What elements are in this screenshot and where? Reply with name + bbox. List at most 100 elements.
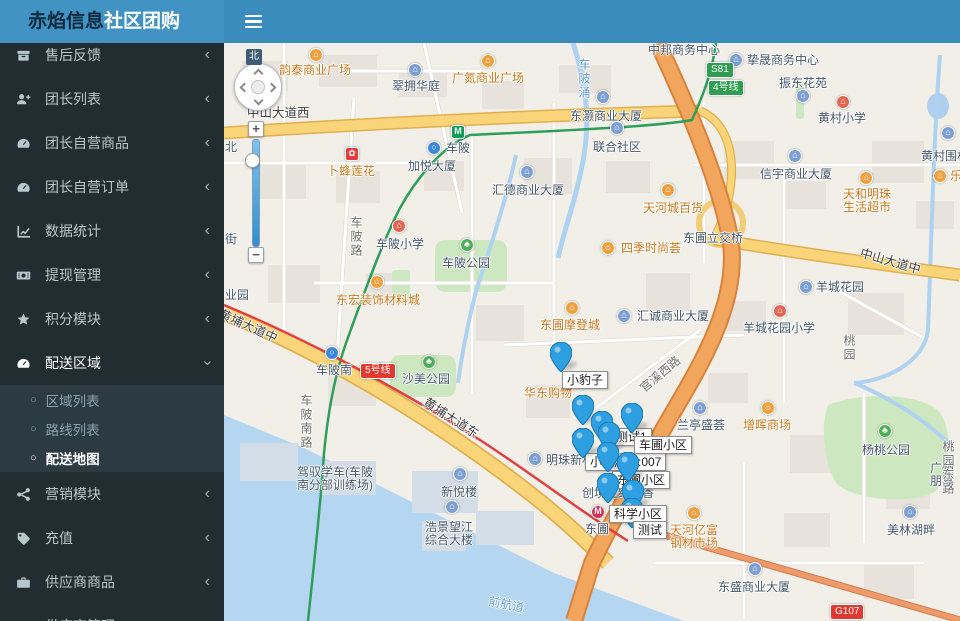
dashboard-icon bbox=[16, 180, 36, 195]
circle-bullet-icon: ○ bbox=[30, 393, 37, 406]
chevron-left-icon: ‹ bbox=[204, 529, 210, 546]
circle-bullet-icon: ○ bbox=[30, 422, 37, 435]
tag-icon bbox=[16, 531, 36, 546]
sidebar-subitem[interactable]: ○ 配送地图 bbox=[0, 443, 224, 472]
brand-normal: 社区团购 bbox=[104, 11, 181, 32]
marker-label[interactable]: 测试 bbox=[633, 521, 668, 539]
map-marker-pin[interactable] bbox=[620, 402, 644, 434]
pan-center-knob[interactable] bbox=[251, 80, 265, 94]
school-poi-icon: ⌂ bbox=[392, 219, 406, 233]
shop-poi-icon: ⌂ bbox=[481, 54, 495, 68]
sidebar-menu: 售后反馈 ‹ 团长列表 ‹ 团长自营商品 ‹ 团长自营订单 ‹ 数据统计 ‹ 提现管理 ‹ 积分模块 ‹ 配… bbox=[0, 43, 224, 621]
sidebar-item[interactable]: 供应商商品 ‹ bbox=[0, 560, 224, 604]
pan-down-icon[interactable] bbox=[253, 95, 264, 106]
map-poi-label: 天河亿富 钢材市场 bbox=[670, 523, 719, 550]
map-marker-pin[interactable] bbox=[596, 472, 620, 504]
road-name-label: 桃园 bbox=[842, 334, 856, 362]
map-poi-label: 东圃立交桥 bbox=[683, 231, 744, 245]
sidebar-item[interactable]: 团长列表 ‹ bbox=[0, 77, 224, 121]
map-marker-pin[interactable] bbox=[596, 441, 620, 473]
shop-poi-icon: ⌂ bbox=[565, 301, 579, 315]
sidebar-item[interactable]: 团长自营商品 ‹ bbox=[0, 121, 224, 165]
sidebar-item[interactable]: 提现管理 ‹ bbox=[0, 253, 224, 297]
road-badge: 5号线 bbox=[360, 363, 396, 379]
shop-poi-icon: ⌂ bbox=[601, 241, 615, 255]
dashboard-icon bbox=[16, 136, 36, 151]
map-poi-label: 广氮商业广场 bbox=[452, 71, 525, 85]
road-badge: G107 bbox=[830, 604, 865, 620]
map-poi-label: 翠拥华庭 bbox=[392, 79, 441, 93]
road-badge: 4号线 bbox=[708, 80, 744, 96]
zoom-slider-knob[interactable] bbox=[245, 153, 260, 168]
circle-bullet-icon: ○ bbox=[30, 451, 37, 464]
map-poi-label: 北 bbox=[225, 140, 238, 154]
chevron-left-icon: ‹ bbox=[204, 310, 210, 327]
marker-label[interactable]: 小豹子 bbox=[562, 371, 609, 389]
map-poi-label: 天河城百货 bbox=[643, 201, 704, 215]
sidebar-item-label: 配送区域 bbox=[45, 355, 101, 371]
zoom-in-button[interactable]: + bbox=[248, 121, 264, 137]
map-marker-pin[interactable] bbox=[549, 341, 573, 373]
pan-right-icon[interactable] bbox=[266, 82, 277, 93]
sidebar-item[interactable]: 供应商管理‹ bbox=[0, 604, 224, 621]
zoom-out-button[interactable]: − bbox=[248, 247, 264, 263]
hamburger-menu-button[interactable] bbox=[232, 0, 274, 43]
sidebar-subitem[interactable]: ○ 路线列表 bbox=[0, 414, 224, 443]
map-poi-label: 四季时尚荟 bbox=[621, 241, 682, 255]
shop-poi-icon: ⌂ bbox=[687, 506, 701, 520]
dashboard-icon bbox=[16, 356, 36, 371]
park-poi-icon: ♣ bbox=[460, 238, 474, 252]
map-poi-label: 东圃 bbox=[585, 522, 610, 536]
sidebar: 售后反馈 ‹ 团长列表 ‹ 团长自营商品 ‹ 团长自营订单 ‹ 数据统计 ‹ 提现管理 ‹ 积分模块 ‹ 配… bbox=[0, 43, 224, 621]
map-poi-label: 车陂 bbox=[446, 141, 471, 155]
shop-poi-icon: ⌂ bbox=[661, 183, 675, 197]
building-poi-icon: ⌂ bbox=[610, 121, 624, 135]
pan-up-icon[interactable] bbox=[253, 68, 264, 79]
sidebar-item[interactable]: 积分模块 ‹ bbox=[0, 297, 224, 341]
sidebar-subitem-label: 配送地图 bbox=[45, 451, 100, 467]
map-poi-label: 加悦大厦 bbox=[408, 159, 457, 173]
map-poi-label: 汇德商业大厦 bbox=[492, 183, 565, 197]
star-icon bbox=[16, 312, 36, 327]
map-poi-label: 浩景望江 综合大楼 bbox=[425, 520, 474, 547]
shop-poi-icon: ⌂ bbox=[859, 171, 873, 185]
map-poi-label: 增晖商场 bbox=[743, 418, 792, 432]
map-poi-label: 黄村围村 bbox=[921, 149, 960, 163]
map-poi-label: 乐易 bbox=[950, 169, 960, 183]
map-poi-label: 杨桃公园 bbox=[862, 443, 911, 457]
map-poi-label: 新悦楼 bbox=[441, 485, 478, 499]
sidebar-item[interactable]: 配送区域 ‹ bbox=[0, 341, 224, 385]
sidebar-item[interactable]: 团长自营订单 ‹ bbox=[0, 165, 224, 209]
map-canvas[interactable]: ⌂韵泰商业广场中邦商务中心⌂挚晟商务中心⌂振东花苑⌂黄村小学⌂黄村围村⌂乐易⌂翠… bbox=[224, 43, 960, 621]
building-poi-icon: ⌂ bbox=[596, 90, 610, 104]
shop-poi-icon: ⌂ bbox=[933, 169, 947, 183]
sidebar-item-label: 团长自营订单 bbox=[45, 179, 129, 195]
home-poi-icon: ⌂ bbox=[453, 467, 467, 481]
home-poi-icon: ⌂ bbox=[408, 63, 422, 77]
sidebar-item[interactable]: 营销模块 ‹ bbox=[0, 472, 224, 516]
sidebar-item-label: 售后反馈 bbox=[45, 47, 101, 63]
chevron-left-icon: ‹ bbox=[204, 134, 210, 151]
map-marker-pin[interactable] bbox=[571, 427, 595, 459]
sidebar-item[interactable]: 数据统计 ‹ bbox=[0, 209, 224, 253]
metro-green-poi-icon: M bbox=[451, 125, 465, 139]
map-poi-label: 街 bbox=[225, 232, 238, 246]
sidebar-item-label: 供应商管理 bbox=[45, 616, 115, 621]
marker-label[interactable]: 车圃小区 bbox=[634, 436, 693, 454]
map-marker-pin[interactable] bbox=[616, 451, 640, 483]
building-poi-icon: ⌂ bbox=[445, 500, 459, 514]
map-poi-label: 驾驭学车(车陂 南分部训练场) bbox=[297, 465, 373, 492]
sidebar-item-label: 积分模块 bbox=[45, 311, 101, 327]
sidebar-item[interactable]: 充值 ‹ bbox=[0, 516, 224, 560]
map-poi-label: 中邦商务中心 bbox=[648, 43, 721, 57]
sidebar-subitem[interactable]: ○ 区域列表 bbox=[0, 385, 224, 414]
line-chart-icon bbox=[16, 224, 36, 239]
pan-left-icon[interactable] bbox=[239, 82, 250, 93]
school-poi-icon: ⌂ bbox=[773, 304, 787, 318]
map-poi-label: 韵泰商业广场 bbox=[279, 63, 352, 77]
home-poi-icon: ⌂ bbox=[528, 452, 542, 466]
sidebar-item[interactable]: 售后反馈 ‹ bbox=[0, 43, 224, 77]
map-poi-label: 天和明珠 生活超市 bbox=[843, 187, 892, 214]
map-poi-label: 东灏商业大厦 bbox=[570, 109, 643, 123]
map-pan-control[interactable] bbox=[234, 63, 282, 111]
